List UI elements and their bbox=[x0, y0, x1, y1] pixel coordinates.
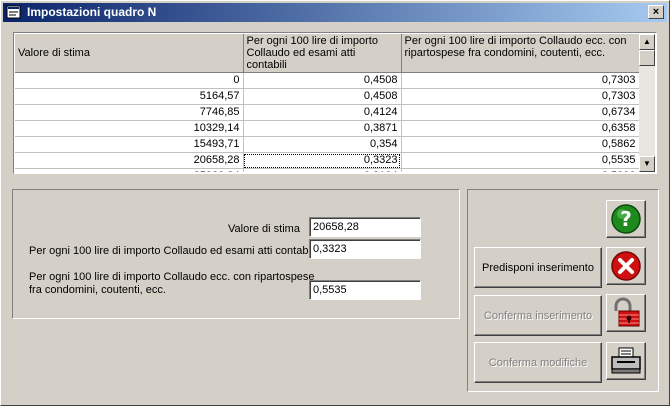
collaudo-field[interactable]: 0,3323 bbox=[309, 239, 421, 259]
table-cell[interactable]: 0,7303 bbox=[401, 88, 639, 105]
scroll-down-icon[interactable]: ▼ bbox=[639, 156, 655, 172]
predisponi-inserimento-button[interactable]: Predisponi inserimento bbox=[474, 247, 602, 288]
collaudo-label: Per ogni 100 lire di importo Collaudo ed… bbox=[29, 245, 316, 257]
app-icon bbox=[6, 5, 21, 19]
cancel-icon bbox=[611, 251, 641, 281]
table-cell[interactable]: 0,4124 bbox=[243, 104, 402, 121]
ripartospese-field[interactable]: 0,5535 bbox=[309, 280, 421, 300]
actions-panel: ? Predisponi inserimento Conferma inseri… bbox=[467, 189, 659, 392]
cancel-button[interactable] bbox=[606, 247, 646, 285]
edit-panel: Valore di stima 20658,28 Per ogni 100 li… bbox=[12, 189, 460, 319]
window-title: Impostazioni quadro N bbox=[27, 5, 157, 19]
conferma-modifiche-label: Conferma modifiche bbox=[488, 356, 588, 369]
scroll-thumb[interactable] bbox=[639, 50, 655, 66]
table-row[interactable]: 0 0,4508 0,7303 bbox=[15, 72, 639, 89]
table-cell[interactable]: 10329,14 bbox=[15, 120, 244, 137]
main-window: Impostazioni quadro N × Valore di stima … bbox=[0, 0, 670, 406]
table-cell[interactable]: 0,3164 bbox=[243, 168, 402, 172]
table-cell[interactable]: 0,5293 bbox=[401, 168, 639, 172]
column-header[interactable]: Per ogni 100 lire di importo Collaudo ec… bbox=[401, 34, 639, 73]
table-cell[interactable]: 0,3323 bbox=[243, 152, 402, 169]
table-cell[interactable]: 0,5862 bbox=[401, 136, 639, 153]
conferma-inserimento-button[interactable]: Conferma inserimento bbox=[474, 295, 602, 336]
table-cell[interactable]: 15493,71 bbox=[15, 136, 244, 153]
valore-field[interactable]: 20658,28 bbox=[309, 217, 421, 237]
table-cell[interactable]: 0,4508 bbox=[243, 88, 402, 105]
help-button[interactable]: ? bbox=[606, 200, 646, 238]
table-row[interactable]: 7746,85 0,4124 0,6734 bbox=[15, 104, 639, 121]
values-grid[interactable]: Valore di stima Per ogni 100 lire di imp… bbox=[13, 32, 657, 174]
predisponi-inserimento-label: Predisponi inserimento bbox=[482, 261, 594, 274]
table-cell[interactable]: 0,4508 bbox=[243, 72, 402, 89]
table-cell[interactable]: 0,5535 bbox=[401, 152, 639, 169]
table-cell[interactable]: 5164,57 bbox=[15, 88, 244, 105]
table-cell[interactable]: 0,354 bbox=[243, 136, 402, 153]
table-cell[interactable]: 0 bbox=[15, 72, 244, 89]
lock-button[interactable] bbox=[606, 294, 646, 332]
table-cell[interactable]: 0,6734 bbox=[401, 104, 639, 121]
title-bar[interactable]: Impostazioni quadro N × bbox=[3, 3, 667, 22]
table-cell[interactable]: 0,3871 bbox=[243, 120, 402, 137]
scroll-up-icon[interactable]: ▲ bbox=[639, 34, 655, 50]
close-icon: × bbox=[652, 6, 660, 18]
column-header[interactable]: Valore di stima bbox=[15, 34, 244, 73]
table-cell[interactable]: 7746,85 bbox=[15, 104, 244, 121]
table-row[interactable]: 5164,57 0,4508 0,7303 bbox=[15, 88, 639, 105]
close-button[interactable]: × bbox=[648, 5, 664, 19]
ripartospese-label-line1: Per ogni 100 lire di importo Collaudo ec… bbox=[29, 271, 315, 283]
conferma-inserimento-label: Conferma inserimento bbox=[483, 309, 593, 322]
lock-icon bbox=[614, 297, 640, 327]
table-row[interactable]: 10329,14 0,3871 0,6358 bbox=[15, 120, 639, 137]
vertical-scrollbar[interactable]: ▲ ▼ bbox=[639, 34, 655, 172]
table-row[interactable]: 20658,28 0,3323 0,5535 bbox=[15, 152, 639, 169]
table-cell[interactable]: 25822,84 bbox=[15, 168, 244, 172]
table-cell[interactable]: 0,7303 bbox=[401, 72, 639, 89]
help-icon: ? bbox=[611, 204, 641, 234]
svg-text:?: ? bbox=[620, 207, 632, 231]
conferma-modifiche-button[interactable]: Conferma modifiche bbox=[474, 342, 602, 383]
table-cell[interactable]: 20658,28 bbox=[15, 152, 244, 169]
table-cell[interactable]: 0,6358 bbox=[401, 120, 639, 137]
ripartospese-label-line2: fra condomini, coutenti, ecc. bbox=[29, 284, 166, 296]
grid-header-row: Valore di stima Per ogni 100 lire di imp… bbox=[15, 34, 639, 73]
column-header[interactable]: Per ogni 100 lire di importo Collaudo ed… bbox=[243, 34, 402, 73]
table-row[interactable]: 15493,71 0,354 0,5862 bbox=[15, 136, 639, 153]
table-row[interactable]: 25822,840,31640,5293 bbox=[15, 168, 639, 172]
valore-label: Valore di stima bbox=[228, 223, 300, 235]
printer-icon bbox=[611, 347, 641, 374]
print-button[interactable] bbox=[606, 342, 646, 380]
